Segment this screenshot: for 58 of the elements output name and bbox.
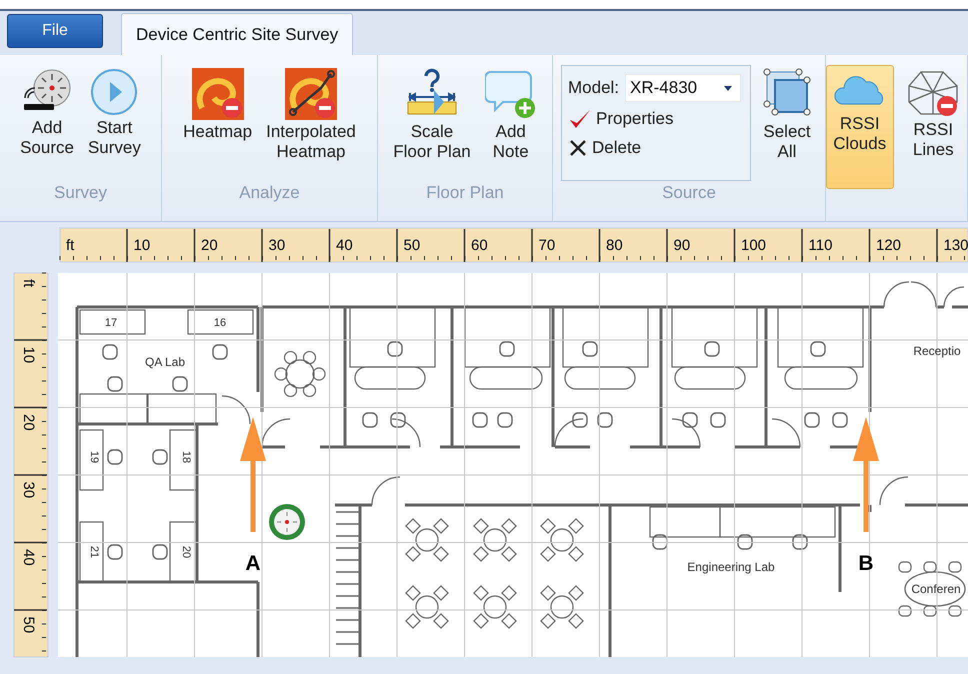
ruler-label: 70: [538, 237, 556, 254]
ribbon-button[interactable]: Scale Floor Plan: [389, 65, 475, 165]
ruler-label: 110: [808, 237, 832, 254]
ribbon-button[interactable]: Heatmap: [179, 65, 256, 145]
device-marker-icon: [269, 504, 305, 540]
ruler-label: 100: [741, 237, 766, 254]
room-label: Receptio: [913, 344, 961, 358]
ruler-label: 40: [20, 549, 37, 566]
add-note-icon: [484, 68, 537, 120]
model-dropdown[interactable]: XR-4830: [625, 74, 742, 102]
ruler-label: 20: [20, 414, 37, 431]
caret-icon: [724, 86, 732, 90]
group-label: Survey: [53, 183, 108, 204]
marker-label: B: [858, 552, 874, 575]
delete-button[interactable]: Delete: [568, 136, 642, 160]
ruler-label: 80: [606, 237, 623, 254]
ribbon-tab[interactable]: Device Centric Site Survey: [121, 13, 354, 55]
ruler-label: ft: [66, 237, 74, 254]
ruler-label: 50: [404, 237, 420, 254]
ribbon-button[interactable]: Select All: [757, 65, 817, 165]
ruler-label: 30: [268, 237, 286, 254]
ruler-label: 30: [20, 482, 37, 498]
room-label: 16: [214, 317, 226, 329]
ruler-label: 120: [876, 237, 902, 254]
play-icon: [90, 68, 138, 116]
toggle-button[interactable]: RSSI Lines: [900, 65, 967, 189]
model-label: Model:: [568, 78, 620, 98]
group-label: Source: [661, 183, 717, 204]
room-label: Engineering Lab: [687, 560, 775, 574]
ruler-label: 10: [134, 237, 150, 254]
group-label: Analyze: [238, 183, 301, 204]
ruler-label: ft: [20, 279, 37, 288]
properties-button[interactable]: Properties: [568, 106, 674, 132]
ribbon-button[interactable]: Add Source: [16, 65, 78, 161]
ruler-label: 40: [336, 237, 353, 254]
room-label: 19: [88, 450, 100, 464]
ruler-label: 60: [471, 237, 488, 254]
ribbon-button[interactable]: Start Survey: [84, 65, 145, 161]
room-label: 20: [180, 546, 192, 558]
marker-label: A: [245, 552, 261, 575]
close-icon: [568, 138, 588, 158]
toggle-button[interactable]: RSSI Clouds: [826, 65, 894, 189]
ribbon-button[interactable]: Add Note: [480, 65, 541, 165]
ruler-label: 90: [674, 237, 690, 254]
ribbon-button[interactable]: Interpolated Heatmap: [262, 65, 360, 165]
heatmap-icon: [192, 68, 244, 120]
room-label: 21: [88, 546, 100, 558]
ruler-label: 50: [20, 616, 37, 634]
ruler-label: 10: [20, 346, 37, 364]
ruler-label: 130: [944, 237, 968, 254]
room-label: 18: [180, 450, 192, 464]
room-label: Conferen: [911, 582, 961, 596]
group-label: Floor Plan: [425, 183, 505, 204]
room-label: 17: [104, 317, 118, 329]
file-tab[interactable]: File: [7, 14, 103, 48]
ruler-label: 20: [201, 237, 218, 254]
heatmap-icon: [284, 68, 337, 120]
room-label: QA Lab: [144, 355, 186, 369]
